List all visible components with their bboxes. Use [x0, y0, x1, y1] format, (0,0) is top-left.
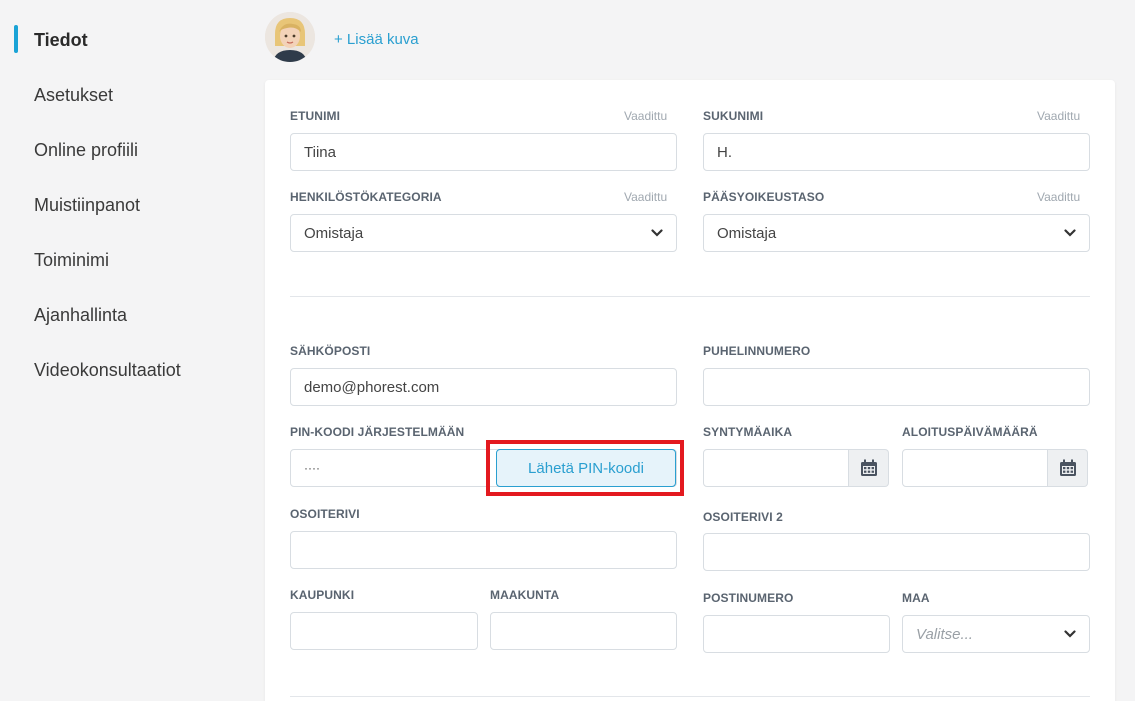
- sidebar: Tiedot Asetukset Online profiili Muistii…: [0, 0, 260, 701]
- sidebar-item-online-profiili[interactable]: Online profiili: [34, 140, 138, 161]
- sidebar-item-tiedot[interactable]: Tiedot: [34, 30, 88, 51]
- first-name-required: Vaadittu: [624, 109, 668, 123]
- chevron-down-icon: [651, 229, 663, 237]
- last-name-value: H.: [717, 143, 732, 161]
- start-date-label: ALOITUSPÄIVÄMÄÄRÄ: [902, 425, 1038, 439]
- staff-category-value: Omistaja: [304, 224, 364, 242]
- pin-label: PIN-KOODI JÄRJESTELMÄÄN: [290, 425, 465, 439]
- access-level-value: Omistaja: [717, 224, 777, 242]
- address1-field[interactable]: [290, 531, 677, 569]
- region-field[interactable]: [490, 612, 677, 650]
- country-select[interactable]: Valitse...: [902, 615, 1090, 653]
- section-divider: [290, 696, 1090, 697]
- access-level-label: PÄÄSYOIKEUSTASO: [703, 190, 825, 204]
- country-label: MAA: [902, 591, 930, 605]
- sidebar-item-muistiinpanot[interactable]: Muistiinpanot: [34, 195, 140, 216]
- pin-value: ····: [304, 461, 320, 475]
- access-level-required: Vaadittu: [1037, 190, 1081, 204]
- staff-category-required: Vaadittu: [624, 190, 668, 204]
- email-field[interactable]: demo@phorest.com: [290, 368, 677, 406]
- sidebar-item-ajanhallinta[interactable]: Ajanhallinta: [34, 305, 127, 326]
- postcode-label: POSTINUMERO: [703, 591, 794, 605]
- sidebar-item-toiminimi[interactable]: Toiminimi: [34, 250, 109, 271]
- first-name-field[interactable]: Tiina: [290, 133, 677, 171]
- email-value: demo@phorest.com: [304, 378, 440, 396]
- first-name-value: Tiina: [304, 143, 336, 161]
- birthdate-label: SYNTYMÄAIKA: [703, 425, 793, 439]
- access-level-select[interactable]: Omistaja: [703, 214, 1090, 252]
- sidebar-item-asetukset[interactable]: Asetukset: [34, 85, 113, 106]
- birthdate-calendar-button[interactable]: [849, 449, 889, 487]
- start-date-field[interactable]: [902, 449, 1048, 487]
- birthdate-field[interactable]: [703, 449, 849, 487]
- staff-category-label: HENKILÖSTÖKATEGORIA: [290, 190, 442, 204]
- chevron-down-icon: [1064, 229, 1076, 237]
- city-field[interactable]: [290, 612, 478, 650]
- country-placeholder: Valitse...: [916, 625, 973, 643]
- first-name-label: ETUNIMI: [290, 109, 341, 123]
- calendar-icon: [860, 459, 877, 476]
- address2-field[interactable]: [703, 533, 1090, 571]
- city-label: KAUPUNKI: [290, 588, 355, 602]
- avatar[interactable]: [265, 12, 315, 62]
- phone-label: PUHELINNUMERO: [703, 344, 811, 358]
- calendar-icon: [1059, 459, 1076, 476]
- address1-label: OSOITERIVI: [290, 507, 360, 521]
- postcode-field[interactable]: [703, 615, 890, 653]
- sidebar-item-videokonsultaatiot[interactable]: Videokonsultaatiot: [34, 360, 181, 381]
- active-indicator: [14, 25, 18, 53]
- send-pin-button[interactable]: Lähetä PIN-koodi: [496, 449, 676, 487]
- region-label: MAAKUNTA: [490, 588, 560, 602]
- phone-field[interactable]: [703, 368, 1090, 406]
- last-name-field[interactable]: H.: [703, 133, 1090, 171]
- last-name-label: SUKUNIMI: [703, 109, 764, 123]
- staff-details-card: ETUNIMI Vaadittu Tiina SUKUNIMI Vaadittu…: [265, 80, 1115, 701]
- section-divider: [290, 296, 1090, 297]
- start-date-calendar-button[interactable]: [1048, 449, 1088, 487]
- email-label: SÄHKÖPOSTI: [290, 344, 371, 358]
- staff-category-select[interactable]: Omistaja: [290, 214, 677, 252]
- last-name-required: Vaadittu: [1037, 109, 1081, 123]
- address2-label: OSOITERIVI 2: [703, 510, 783, 524]
- add-photo-link[interactable]: + Lisää kuva: [334, 31, 419, 48]
- chevron-down-icon: [1064, 630, 1076, 638]
